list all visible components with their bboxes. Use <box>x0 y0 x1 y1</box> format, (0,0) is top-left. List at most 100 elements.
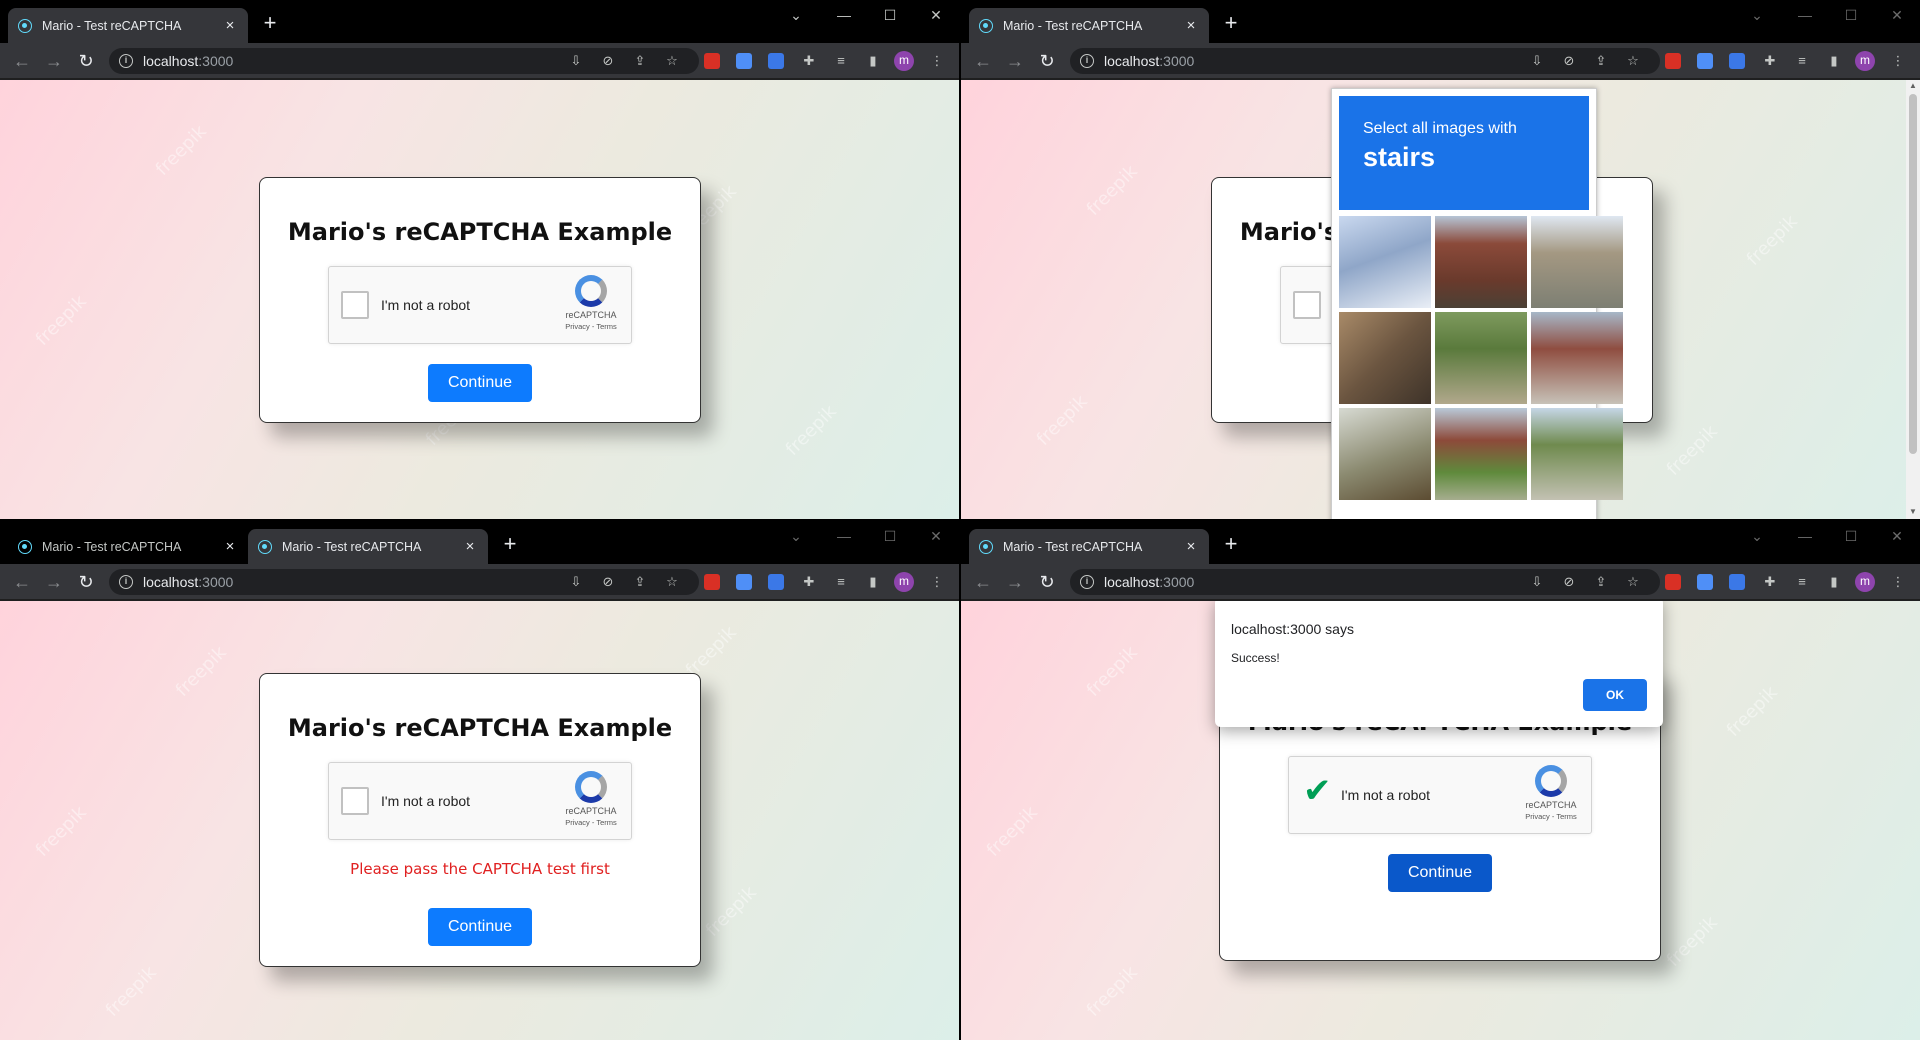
translate-extension-icon[interactable] <box>1729 53 1745 69</box>
challenge-tile[interactable] <box>1531 312 1623 404</box>
tab-close-icon[interactable]: × <box>1183 538 1199 555</box>
minimize-button[interactable]: — <box>1793 4 1817 26</box>
challenge-tile[interactable] <box>1435 408 1527 500</box>
continue-button[interactable]: Continue <box>428 908 532 946</box>
challenge-tile[interactable] <box>1531 408 1623 500</box>
side-panel-icon[interactable]: ▮ <box>1825 52 1843 70</box>
side-panel-icon[interactable]: ▮ <box>864 573 882 591</box>
kebab-menu-icon[interactable]: ⋮ <box>1889 52 1907 70</box>
reload-icon[interactable]: ↻ <box>1035 570 1059 594</box>
kebab-menu-icon[interactable]: ⋮ <box>928 52 946 70</box>
tab-active[interactable]: Mario - Test reCAPTCHA × <box>969 8 1209 43</box>
tab-close-icon[interactable]: × <box>222 17 238 34</box>
recaptcha-checkbox[interactable] <box>341 291 369 319</box>
side-panel-icon[interactable]: ▮ <box>1825 573 1843 591</box>
site-info-icon[interactable]: i <box>119 54 133 68</box>
challenge-tile[interactable] <box>1531 216 1623 308</box>
extension-blue-icon[interactable] <box>736 574 752 590</box>
back-arrow-icon[interactable]: ← <box>10 570 34 594</box>
extension-red-icon[interactable] <box>1665 574 1681 590</box>
hidden-eye-icon[interactable]: ⊘ <box>1560 573 1578 591</box>
minimize-button[interactable]: — <box>832 4 856 26</box>
tab-search-chevron-icon[interactable]: ⌄ <box>1745 525 1769 547</box>
tab-active[interactable]: Mario - Test reCAPTCHA × <box>248 529 488 564</box>
close-window-button[interactable]: ✕ <box>924 525 948 547</box>
puzzle-extensions-icon[interactable]: ✚ <box>800 573 818 591</box>
recaptcha-privacy-terms[interactable]: Privacy - Terms <box>563 322 619 331</box>
tab-close-icon[interactable]: × <box>222 538 238 555</box>
maximize-button[interactable]: ☐ <box>1839 4 1863 26</box>
continue-button[interactable]: Continue <box>1388 854 1492 892</box>
media-queue-icon[interactable]: ≡ <box>832 573 850 591</box>
share-icon[interactable]: ⇪ <box>631 573 649 591</box>
media-queue-icon[interactable]: ≡ <box>832 52 850 70</box>
page-scrollbar[interactable]: ▲ ▼ <box>1906 80 1920 519</box>
challenge-tile[interactable] <box>1339 216 1431 308</box>
bookmark-star-icon[interactable]: ☆ <box>1624 573 1642 591</box>
install-app-icon[interactable]: ⇩ <box>1528 573 1546 591</box>
hidden-eye-icon[interactable]: ⊘ <box>599 573 617 591</box>
extension-red-icon[interactable] <box>704 53 720 69</box>
new-tab-button[interactable]: + <box>258 12 282 36</box>
profile-avatar[interactable]: m <box>1855 51 1875 71</box>
install-app-icon[interactable]: ⇩ <box>567 573 585 591</box>
share-icon[interactable]: ⇪ <box>1592 52 1610 70</box>
reload-icon[interactable]: ↻ <box>1035 49 1059 73</box>
challenge-tile[interactable] <box>1435 216 1527 308</box>
maximize-button[interactable]: ☐ <box>1839 525 1863 547</box>
alert-ok-button[interactable]: OK <box>1583 679 1647 711</box>
maximize-button[interactable]: ☐ <box>878 525 902 547</box>
puzzle-extensions-icon[interactable]: ✚ <box>1761 52 1779 70</box>
scrollbar-thumb[interactable] <box>1909 94 1917 454</box>
profile-avatar[interactable]: m <box>1855 572 1875 592</box>
back-arrow-icon[interactable]: ← <box>971 570 995 594</box>
verified-checkmark-icon[interactable]: ✔ <box>1303 771 1332 811</box>
bookmark-star-icon[interactable]: ☆ <box>663 573 681 591</box>
tab-search-chevron-icon[interactable]: ⌄ <box>1745 4 1769 26</box>
extension-blue-icon[interactable] <box>736 53 752 69</box>
side-panel-icon[interactable]: ▮ <box>864 52 882 70</box>
install-app-icon[interactable]: ⇩ <box>1528 52 1546 70</box>
back-arrow-icon[interactable]: ← <box>971 49 995 73</box>
translate-extension-icon[interactable] <box>768 574 784 590</box>
puzzle-extensions-icon[interactable]: ✚ <box>800 52 818 70</box>
puzzle-extensions-icon[interactable]: ✚ <box>1761 573 1779 591</box>
media-queue-icon[interactable]: ≡ <box>1793 52 1811 70</box>
hidden-eye-icon[interactable]: ⊘ <box>599 52 617 70</box>
profile-avatar[interactable]: m <box>894 572 914 592</box>
close-window-button[interactable]: ✕ <box>1885 4 1909 26</box>
hidden-eye-icon[interactable]: ⊘ <box>1560 52 1578 70</box>
tab-close-icon[interactable]: × <box>462 538 478 555</box>
recaptcha-checkbox[interactable] <box>341 787 369 815</box>
translate-extension-icon[interactable] <box>768 53 784 69</box>
scroll-down-arrow-icon[interactable]: ▼ <box>1908 507 1918 516</box>
profile-avatar[interactable]: m <box>894 51 914 71</box>
tab-inactive[interactable]: Mario - Test reCAPTCHA × <box>8 529 248 564</box>
forward-arrow-icon[interactable]: → <box>1003 570 1027 594</box>
new-tab-button[interactable]: + <box>498 533 522 557</box>
challenge-tile[interactable] <box>1339 312 1431 404</box>
extension-blue-icon[interactable] <box>1697 53 1713 69</box>
continue-button[interactable]: Continue <box>428 364 532 402</box>
minimize-button[interactable]: — <box>1793 525 1817 547</box>
bookmark-star-icon[interactable]: ☆ <box>663 52 681 70</box>
forward-arrow-icon[interactable]: → <box>1003 49 1027 73</box>
extension-blue-icon[interactable] <box>1697 574 1713 590</box>
minimize-button[interactable]: — <box>832 525 856 547</box>
bookmark-star-icon[interactable]: ☆ <box>1624 52 1642 70</box>
kebab-menu-icon[interactable]: ⋮ <box>1889 573 1907 591</box>
tab-active[interactable]: Mario - Test reCAPTCHA × <box>969 529 1209 564</box>
site-info-icon[interactable]: i <box>1080 54 1094 68</box>
tab-close-icon[interactable]: × <box>1183 17 1199 34</box>
recaptcha-checkbox[interactable] <box>1293 291 1321 319</box>
tab-search-chevron-icon[interactable]: ⌄ <box>784 525 808 547</box>
maximize-button[interactable]: ☐ <box>878 4 902 26</box>
close-window-button[interactable]: ✕ <box>1885 525 1909 547</box>
new-tab-button[interactable]: + <box>1219 12 1243 36</box>
extension-red-icon[interactable] <box>704 574 720 590</box>
recaptcha-privacy-terms[interactable]: Privacy - Terms <box>1523 812 1579 821</box>
share-icon[interactable]: ⇪ <box>1592 573 1610 591</box>
challenge-tile[interactable] <box>1435 312 1527 404</box>
site-info-icon[interactable]: i <box>119 575 133 589</box>
forward-arrow-icon[interactable]: → <box>42 49 66 73</box>
